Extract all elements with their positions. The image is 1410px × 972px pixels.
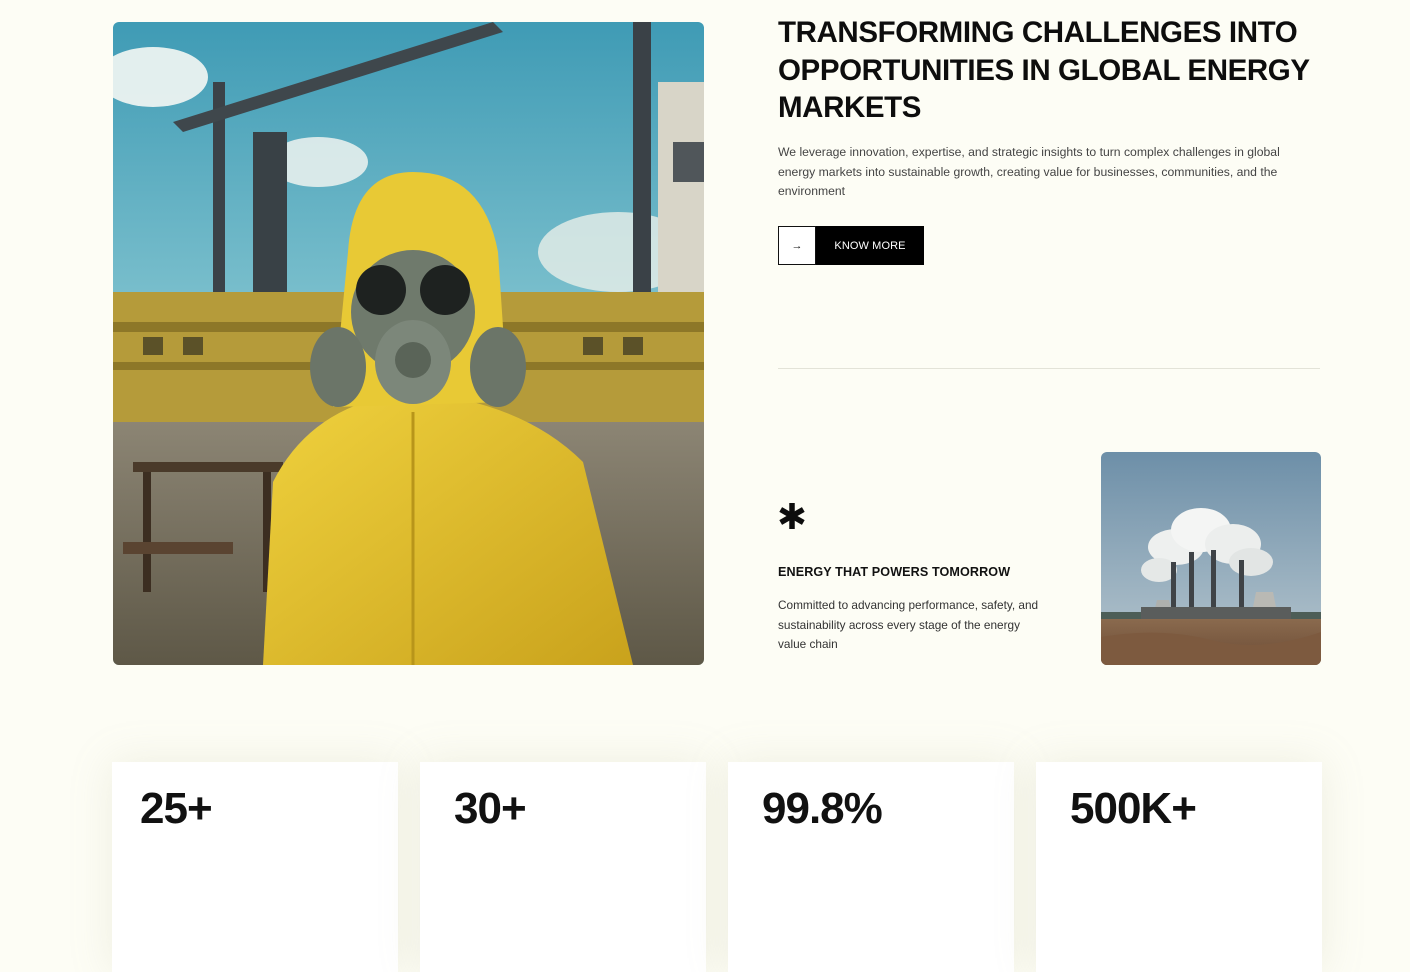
intro-paragraph: We leverage innovation, expertise, and s… [778, 145, 1280, 198]
know-more-label[interactable]: KNOW MORE [816, 226, 924, 265]
know-more-button[interactable]: → KNOW MORE [778, 226, 924, 265]
hazmat-worker-photo-icon [113, 22, 704, 665]
stat-card: 25+ [112, 762, 398, 972]
stat-value: 25+ [140, 784, 213, 833]
power-plant-photo-icon [1101, 452, 1321, 665]
asterisk-icon [779, 503, 805, 529]
feature-title: ENERGY THAT POWERS TOMORROW [778, 565, 1011, 579]
hero-image [113, 22, 704, 665]
section-divider [778, 368, 1320, 369]
stat-value: 99.8% [762, 784, 883, 833]
power-plant-image [1101, 452, 1321, 665]
stat-card: 500K+ [1036, 762, 1322, 972]
stat-card: 30+ [420, 762, 706, 972]
stat-value: 30+ [454, 784, 527, 833]
feature-description: Committed to advancing performance, safe… [778, 598, 1039, 651]
stat-card: 99.8% [728, 762, 1014, 972]
page-headline: TRANSFORMING CHALLENGES INTO OPPORTUNITI… [778, 16, 1310, 124]
arrow-right-icon[interactable]: → [778, 226, 816, 265]
stat-value: 500K+ [1070, 784, 1197, 833]
